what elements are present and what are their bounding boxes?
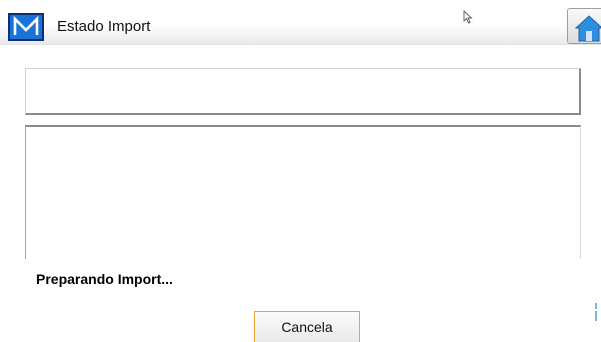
cancel-button[interactable]: Cancela [254, 311, 360, 342]
title-bar: Estado Import [0, 0, 601, 45]
home-button[interactable] [567, 8, 601, 44]
window-title: Estado Import [57, 18, 151, 35]
status-text: Preparando Import... [36, 271, 173, 287]
home-icon [574, 15, 601, 42]
import-log-area [25, 125, 581, 259]
mouse-cursor-icon [463, 10, 473, 24]
import-info-field [25, 68, 581, 115]
import-status-window: Estado Import Preparando Import... Cance… [0, 0, 601, 342]
m-logo-icon [8, 13, 44, 41]
edge-marker-icon [595, 303, 597, 321]
